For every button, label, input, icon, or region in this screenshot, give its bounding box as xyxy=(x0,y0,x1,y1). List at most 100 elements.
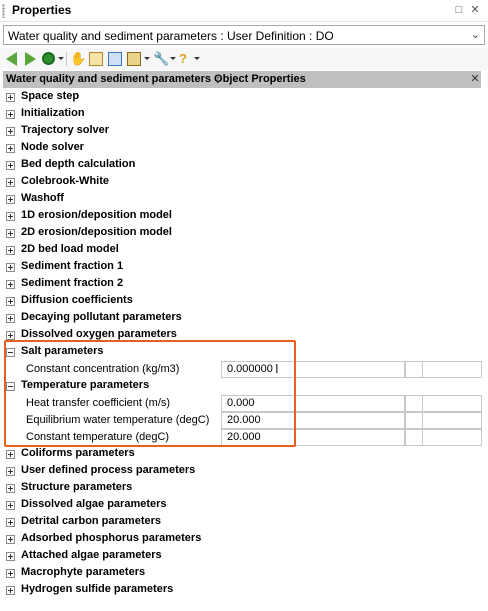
expand-plus-icon[interactable] xyxy=(6,450,15,459)
category-row[interactable]: Initialization xyxy=(3,106,482,123)
category-row[interactable]: Diffusion coefficients xyxy=(3,293,482,310)
category-row[interactable]: Coliforms parameters xyxy=(3,446,482,463)
object-selector-value: Water quality and sediment parameters : … xyxy=(8,29,334,43)
property-extra-cell[interactable] xyxy=(405,429,423,446)
category-row[interactable]: 1D erosion/deposition model xyxy=(3,208,482,225)
toolbar: ✋ 🔧 ? xyxy=(0,48,488,70)
expand-plus-icon[interactable] xyxy=(6,161,15,170)
category-row[interactable]: Bed depth calculation xyxy=(3,157,482,174)
document-icon[interactable] xyxy=(89,52,103,66)
expand-plus-icon[interactable] xyxy=(6,212,15,221)
expand-plus-icon[interactable] xyxy=(6,110,15,119)
expand-plus-icon[interactable] xyxy=(6,518,15,527)
help-icon[interactable]: ? xyxy=(179,52,193,66)
pin-icon[interactable]: □ xyxy=(452,3,466,17)
category-row[interactable]: Hydrogen sulfide parameters xyxy=(3,582,482,599)
close-icon[interactable]: ✕ xyxy=(468,3,482,17)
toolbar-separator xyxy=(66,52,67,66)
category-row[interactable]: Node solver xyxy=(3,140,482,157)
globe-dropdown-arrow-icon[interactable] xyxy=(58,57,64,60)
hand-icon[interactable]: ✋ xyxy=(70,52,86,66)
category-row[interactable]: Trajectory solver xyxy=(3,123,482,140)
category-label: User defined process parameters xyxy=(21,464,196,476)
expand-plus-icon[interactable] xyxy=(6,331,15,340)
category-row[interactable]: Macrophyte parameters xyxy=(3,565,482,582)
forward-arrow-icon[interactable] xyxy=(25,52,36,66)
back-arrow-icon[interactable] xyxy=(6,52,17,66)
expand-plus-icon[interactable] xyxy=(6,569,15,578)
drag-grip-icon[interactable] xyxy=(2,4,5,18)
expand-plus-icon[interactable] xyxy=(6,501,15,510)
expand-plus-icon[interactable] xyxy=(6,127,15,136)
category-row[interactable]: Adsorbed phosphorus parameters xyxy=(3,531,482,548)
expand-plus-icon[interactable] xyxy=(6,552,15,561)
expand-plus-icon[interactable] xyxy=(6,586,15,595)
property-extra-cell[interactable] xyxy=(422,429,482,446)
category-label: Attached algae parameters xyxy=(21,549,162,561)
expand-plus-icon[interactable] xyxy=(6,246,15,255)
category-row[interactable]: Sediment fraction 2 xyxy=(3,276,482,293)
category-row[interactable]: Washoff xyxy=(3,191,482,208)
expand-plus-icon[interactable] xyxy=(6,195,15,204)
header-close-icon[interactable]: ✕ xyxy=(467,72,483,87)
category-label: Washoff xyxy=(21,192,64,204)
globe-icon[interactable] xyxy=(42,52,55,65)
expand-plus-icon[interactable] xyxy=(6,314,15,323)
expand-plus-icon[interactable] xyxy=(6,467,15,476)
property-extra-cell[interactable] xyxy=(422,395,482,412)
constant-concentration-input[interactable]: 0.000000 xyxy=(221,361,405,378)
expand-plus-icon[interactable] xyxy=(6,535,15,544)
category-row[interactable]: Sediment fraction 1 xyxy=(3,259,482,276)
list-icon[interactable] xyxy=(127,52,141,66)
category-row[interactable]: Dissolved oxygen parameters xyxy=(3,327,482,344)
property-label: Equilibrium water temperature (degC) xyxy=(26,414,210,426)
expand-plus-icon[interactable] xyxy=(6,484,15,493)
list-dropdown-arrow-icon[interactable] xyxy=(144,57,150,60)
heat-transfer-coefficient-input[interactable]: 0.000 xyxy=(221,395,405,412)
expand-plus-icon[interactable] xyxy=(6,229,15,238)
category-label: Decaying pollutant parameters xyxy=(21,311,182,323)
category-row[interactable]: Detrital carbon parameters xyxy=(3,514,482,531)
category-row[interactable]: 2D bed load model xyxy=(3,242,482,259)
category-row[interactable]: Dissolved algae parameters xyxy=(3,497,482,514)
object-selector-dropdown[interactable]: Water quality and sediment parameters : … xyxy=(3,25,485,45)
property-row: Equilibrium water temperature (degC) 20.… xyxy=(3,412,482,429)
image-icon[interactable] xyxy=(108,52,122,66)
category-row[interactable]: Decaying pollutant parameters xyxy=(3,310,482,327)
category-row-temperature[interactable]: Temperature parameters xyxy=(3,378,482,395)
expand-plus-icon[interactable] xyxy=(6,93,15,102)
category-row-salt[interactable]: Salt parameters xyxy=(3,344,482,361)
wrench-dropdown-arrow-icon[interactable] xyxy=(170,57,176,60)
chevron-down-icon[interactable]: ⌄ xyxy=(471,28,480,41)
property-row: Constant temperature (degC) 20.000 xyxy=(3,429,482,446)
category-row[interactable]: Space step xyxy=(3,89,482,106)
expand-plus-icon[interactable] xyxy=(6,280,15,289)
property-extra-cell[interactable] xyxy=(422,361,482,378)
category-label: 1D erosion/deposition model xyxy=(21,209,172,221)
constant-temperature-input[interactable]: 20.000 xyxy=(221,429,405,446)
property-extra-cell[interactable] xyxy=(405,412,423,429)
collapse-minus-icon[interactable] xyxy=(6,382,15,391)
category-label: Sediment fraction 2 xyxy=(21,277,124,289)
category-label: Macrophyte parameters xyxy=(21,566,146,578)
category-row[interactable]: Attached algae parameters xyxy=(3,548,482,565)
expand-plus-icon[interactable] xyxy=(6,144,15,153)
category-row[interactable]: Colebrook-White xyxy=(3,174,482,191)
expand-plus-icon[interactable] xyxy=(6,297,15,306)
category-label: 2D erosion/deposition model xyxy=(21,226,172,238)
category-label: Hydrogen sulfide parameters xyxy=(21,583,174,595)
expand-plus-icon[interactable] xyxy=(6,178,15,187)
wrench-icon[interactable]: 🔧 xyxy=(153,52,169,66)
property-extra-cell[interactable] xyxy=(405,361,423,378)
property-extra-cell[interactable] xyxy=(422,412,482,429)
equilibrium-water-temperature-input[interactable]: 20.000 xyxy=(221,412,405,429)
property-label: Heat transfer coefficient (m/s) xyxy=(26,397,171,409)
property-extra-cell[interactable] xyxy=(405,395,423,412)
category-row[interactable]: User defined process parameters xyxy=(3,463,482,480)
category-row[interactable]: Structure parameters xyxy=(3,480,482,497)
collapse-minus-icon[interactable] xyxy=(6,348,15,357)
category-row[interactable]: 2D erosion/deposition model xyxy=(3,225,482,242)
text-cursor-icon: I xyxy=(275,361,279,376)
help-dropdown-arrow-icon[interactable] xyxy=(194,57,200,60)
expand-plus-icon[interactable] xyxy=(6,263,15,272)
